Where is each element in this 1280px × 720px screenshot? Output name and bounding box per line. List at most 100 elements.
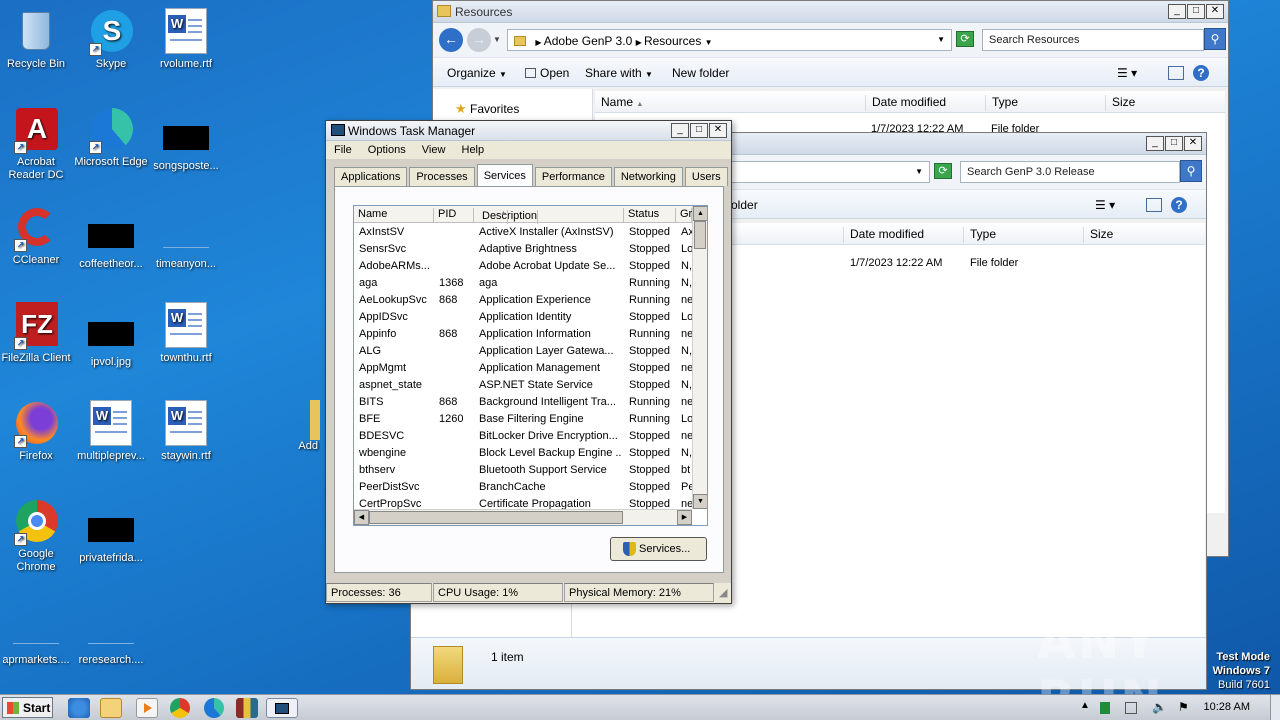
column-header-date[interactable]: Date modified — [843, 227, 963, 243]
dropdown-icon[interactable]: ▼ — [915, 167, 923, 176]
new-folder-button[interactable]: New folder — [672, 66, 729, 80]
refresh-icon[interactable]: ⟳ — [934, 163, 952, 179]
service-row[interactable]: AdobeARMs... Adobe Acrobat Update Se... St… — [354, 258, 692, 275]
menu-view[interactable]: View — [422, 144, 446, 156]
service-row[interactable]: AppMgmt Application Management Stopped ne — [354, 360, 693, 377]
view-options-icon[interactable]: ☰ ▾ — [1095, 198, 1115, 212]
organize-button[interactable]: Organize ▼ — [447, 66, 507, 80]
task-manager-window[interactable]: Windows Task Manager _ □ ✕ File Options … — [325, 120, 732, 604]
search-input[interactable]: Search Resources — [982, 29, 1204, 51]
desktop-icon-ipvol[interactable]: ipvol.jpg — [71, 310, 151, 369]
explorer-titlebar[interactable]: Resources _ □ ✕ — [433, 1, 1228, 23]
scroll-thumb[interactable] — [369, 511, 623, 524]
tab-applications[interactable]: Applications — [334, 167, 408, 186]
scroll-thumb[interactable] — [694, 221, 706, 249]
service-row[interactable]: BFE 1260 Base Filtering Engine Running Lo — [354, 411, 693, 428]
media-player-icon[interactable] — [136, 698, 158, 718]
column-header-description[interactable]: Description ▲ — [474, 208, 624, 224]
menu-help[interactable]: Help — [462, 144, 485, 156]
menu-file[interactable]: File — [334, 144, 352, 156]
scroll-down-icon[interactable]: ▼ — [693, 494, 707, 509]
task-manager-taskbar-button[interactable] — [266, 698, 298, 718]
help-icon[interactable]: ? — [1171, 197, 1187, 213]
desktop-icon-edge[interactable]: ↗ Microsoft Edge — [71, 106, 151, 169]
help-icon[interactable]: ? — [1193, 65, 1209, 81]
file-explorer-icon[interactable] — [100, 698, 122, 718]
desktop-icon-coffeetheor[interactable]: coffeetheor... — [71, 212, 151, 271]
column-header-name[interactable]: Name ▲ — [595, 95, 865, 111]
show-hidden-icons[interactable]: ▲ — [1080, 700, 1090, 711]
column-header-status[interactable]: Status — [624, 208, 676, 222]
search-input[interactable]: Search GenP 3.0 Release — [960, 161, 1180, 183]
share-with-button[interactable]: Share with ▼ — [585, 66, 653, 80]
volume-icon[interactable]: 🔈 — [1152, 700, 1167, 714]
scroll-left-icon[interactable]: ◀ — [354, 510, 369, 525]
service-row[interactable]: PeerDistSvcBranchCacheStoppedPe — [354, 479, 693, 496]
service-row[interactable]: bthserv Bluetooth Support Service Stopped b… — [354, 462, 692, 479]
service-row[interactable]: AxInstSV ActiveX Installer (AxInstSV) Stop… — [354, 224, 693, 241]
maximize-button[interactable]: □ — [1187, 4, 1205, 19]
minimize-button[interactable]: _ — [1146, 136, 1164, 151]
recent-pages-icon[interactable]: ▼ — [493, 35, 501, 44]
desktop-icon-skype[interactable]: S ↗ Skype — [71, 8, 151, 71]
task-manager-titlebar[interactable]: Windows Task Manager _ □ ✕ — [326, 121, 731, 141]
service-row[interactable]: wbengine Block Level Backup Engine ... Sto… — [354, 445, 692, 462]
service-row[interactable]: aspnet_state ASP.NET State Service Stopped… — [354, 377, 692, 394]
desktop-icon-rvolume[interactable]: W rvolume.rtf — [146, 8, 226, 71]
dropdown-icon[interactable]: ▼ — [937, 35, 945, 44]
column-header-size[interactable]: Size — [1083, 227, 1163, 243]
desktop-icon-timeanyon[interactable]: timeanyon... — [146, 212, 226, 271]
column-header-pid[interactable]: PID — [434, 208, 474, 222]
desktop-icon-privatefrida[interactable]: privatefrida... — [71, 506, 151, 565]
action-center-icon[interactable]: ⚑ — [1178, 700, 1189, 714]
resize-grip-icon[interactable]: ◢ — [715, 583, 731, 602]
maximize-button[interactable]: □ — [1165, 136, 1183, 151]
forward-button[interactable]: → — [467, 28, 491, 52]
close-button[interactable]: ✕ — [709, 123, 727, 138]
desktop-icon-acrobat[interactable]: A ↗ Acrobat Reader DC — [0, 106, 76, 182]
column-header-type[interactable]: Type — [963, 227, 1083, 243]
services-list[interactable]: Name PID Description ▲ Status Gr AxInstS… — [353, 205, 708, 526]
desktop-icon-chrome[interactable]: ↗ Google Chrome — [0, 498, 76, 574]
service-row[interactable]: BDESVC BitLocker Drive Encryption... Stopp… — [354, 428, 693, 445]
service-row[interactable]: AeLookupSvc 868 Application Experience Runn… — [354, 292, 693, 309]
chrome-icon[interactable] — [170, 698, 190, 718]
close-button[interactable]: ✕ — [1184, 136, 1202, 151]
desktop-icon-aprmarkets[interactable]: aprmarkets.... — [0, 608, 76, 667]
desktop-icon-multipleprev[interactable]: W multipleprev... — [71, 400, 151, 463]
new-folder-button[interactable]: older — [731, 198, 758, 212]
search-icon[interactable]: ⚲ — [1204, 28, 1226, 50]
breadcrumb-item[interactable]: Adobe GenP 3.0 — [544, 34, 633, 48]
preview-pane-icon[interactable] — [1146, 198, 1162, 212]
minimize-button[interactable]: _ — [1168, 4, 1186, 19]
refresh-icon[interactable]: ⟳ — [956, 31, 974, 47]
column-header-date[interactable]: Date modified — [865, 95, 985, 111]
tab-users[interactable]: Users — [684, 167, 728, 186]
desktop-icon-firefox[interactable]: ↗ Firefox — [0, 400, 76, 463]
scroll-right-icon[interactable]: ▶ — [677, 510, 692, 525]
tab-processes[interactable]: Processes — [409, 167, 475, 186]
preview-pane-icon[interactable] — [1168, 66, 1184, 80]
open-button[interactable]: Open — [525, 66, 569, 80]
desktop-icon-reresearch[interactable]: reresearch.... — [71, 608, 151, 667]
service-row[interactable]: Appinfo 868 Application Information Running… — [354, 326, 693, 343]
column-header-name[interactable]: Name — [354, 208, 434, 222]
horizontal-scrollbar[interactable]: ◀ ▶ — [354, 509, 692, 525]
tab-services[interactable]: Services — [476, 164, 533, 186]
close-button[interactable]: ✕ — [1206, 4, 1224, 19]
column-header-type[interactable]: Type — [985, 95, 1105, 111]
vertical-scrollbar[interactable]: ▲ ▼ — [692, 206, 707, 509]
winrar-icon[interactable] — [236, 698, 258, 718]
desktop-icon-filezilla[interactable]: FZ ↗ FileZilla Client — [0, 302, 76, 365]
tab-networking[interactable]: Networking — [613, 167, 683, 186]
security-icon[interactable] — [1100, 702, 1110, 714]
service-row[interactable]: ALG Application Layer Gatewa... Stopped N, — [354, 343, 692, 360]
scroll-up-icon[interactable]: ▲ — [693, 206, 707, 221]
service-row[interactable]: BITS 868 Background Intelligent Tra... Runn… — [354, 394, 693, 411]
minimize-button[interactable]: _ — [671, 123, 689, 138]
desktop-icon-recycle-bin[interactable]: Recycle Bin — [0, 8, 76, 71]
desktop-icon-add-folder[interactable]: Add — [290, 400, 320, 453]
service-row[interactable]: AppIDSvc Application Identity Stopped Lo — [354, 309, 693, 326]
start-button[interactable]: Start — [2, 697, 53, 718]
internet-explorer-icon[interactable] — [68, 698, 90, 718]
